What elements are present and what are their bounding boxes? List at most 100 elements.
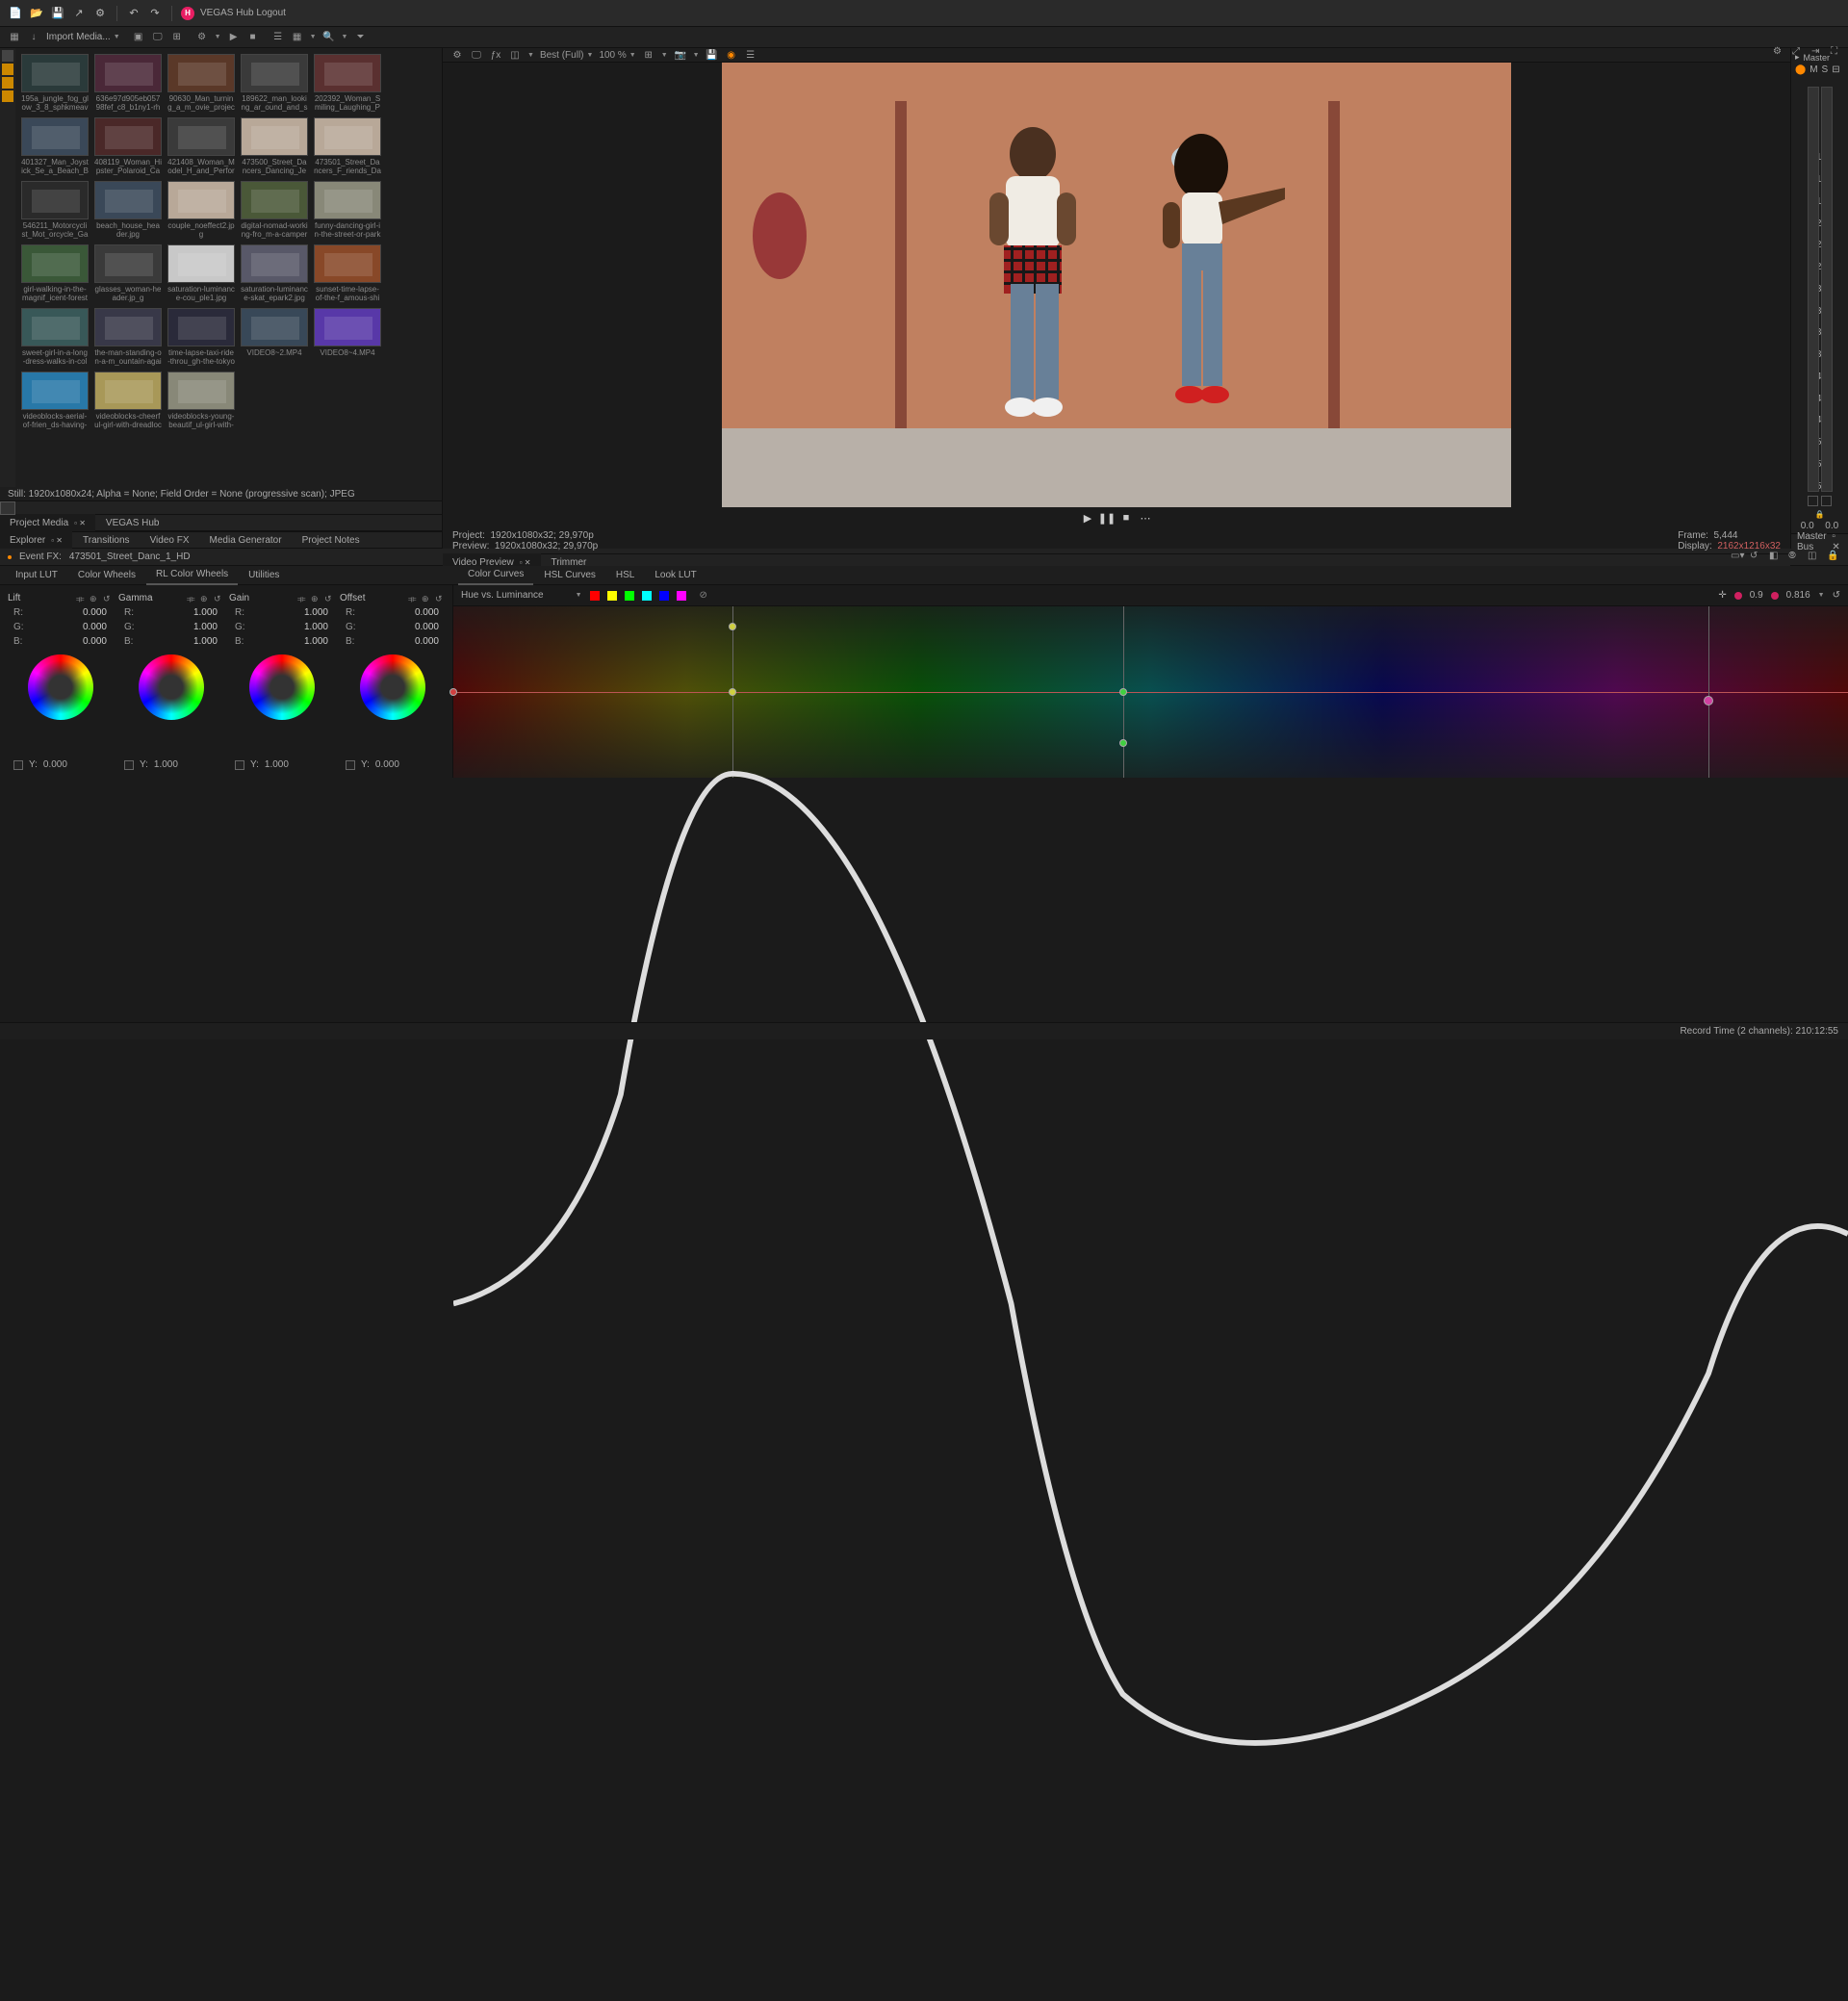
media-thumbnail[interactable]: girl-walking-in-the-magnif_icent-forest-… [21, 244, 89, 302]
reset-icon[interactable]: ↺ [435, 594, 445, 603]
reset-icon[interactable]: ↺ [103, 594, 113, 603]
bin-folder1-icon[interactable] [2, 64, 13, 75]
preset-icon[interactable]: ▭▾ [1731, 551, 1744, 564]
slider-icon[interactable]: ⟚ [76, 594, 86, 603]
play-icon[interactable]: ▶ [227, 31, 241, 44]
media-thumbnail[interactable]: videoblocks-cheerful-girl-with-dreadlock… [94, 372, 162, 429]
tab-utilities[interactable]: Utilities [239, 566, 289, 585]
camera-icon[interactable]: 📷 [674, 48, 687, 62]
vegas-hub-badge[interactable]: H [181, 7, 194, 20]
media-thumbnail[interactable]: 473501_Street_Dancers_F_riends_Dancing_M… [314, 117, 381, 175]
media-thumbnail[interactable]: 421408_Woman_Model_H_and_Performance_Sit… [167, 117, 235, 175]
tab-input-lut[interactable]: Input LUT [6, 566, 67, 585]
play-icon[interactable]: ▶ [1081, 511, 1094, 525]
reset-icon[interactable]: ↺ [214, 594, 223, 603]
reset-icon[interactable]: ↺ [1750, 551, 1763, 564]
media-thumbnail[interactable]: digital-nomad-working-fro_m-a-camper-van… [241, 181, 308, 239]
tab-rl-color-wheels[interactable]: RL Color Wheels [146, 566, 238, 585]
new-icon[interactable]: 📄 [8, 6, 23, 21]
color-wheel[interactable] [249, 654, 315, 720]
more-icon[interactable]: ⋯ [1139, 511, 1152, 525]
close-icon[interactable]: ▫ ✕ [74, 519, 86, 527]
video-viewport[interactable] [443, 63, 1790, 507]
media-thumbnail[interactable]: 473500_Street_Dancers_Dancing_Jeans_Legs… [241, 117, 308, 175]
media-thumbnail[interactable]: glasses_woman-header.jp_g [94, 244, 162, 302]
maximize-icon[interactable]: ⛶ [1831, 46, 1844, 60]
reset-icon[interactable]: ↺ [324, 594, 334, 603]
bin-folder2-icon[interactable] [2, 77, 13, 89]
import-icon[interactable]: ↓ [27, 31, 40, 44]
redo-icon[interactable]: ↷ [147, 6, 163, 21]
luma-toggle[interactable] [346, 760, 355, 770]
target-icon[interactable]: ⊕ [200, 594, 210, 603]
open-icon[interactable]: 📂 [29, 6, 44, 21]
compare-icon[interactable]: ◧ [1769, 551, 1783, 564]
save-icon[interactable]: 💾 [50, 6, 65, 21]
stop-icon[interactable]: ■ [246, 31, 260, 44]
luma-toggle[interactable] [13, 760, 23, 770]
swatch-yellow[interactable] [607, 591, 617, 601]
target-icon[interactable]: ⊕ [311, 594, 321, 603]
slider-icon[interactable]: ⟚ [187, 594, 196, 603]
tab-project-notes[interactable]: Project Notes [293, 531, 370, 549]
grid-icon[interactable]: ⊞ [642, 48, 655, 62]
tab-vegas-hub[interactable]: VEGAS Hub [96, 514, 169, 531]
meter-gauge-icon[interactable] [1821, 496, 1832, 506]
zoom-dropdown[interactable]: 100 %▼ [599, 50, 635, 61]
save-snap-icon[interactable]: 💾 [706, 48, 719, 62]
media-thumbnail[interactable]: funny-dancing-girl-in-the-street-or-park… [314, 181, 381, 239]
curve-point[interactable] [1119, 688, 1127, 696]
curve-point[interactable] [449, 688, 457, 696]
tab-hsl-curves[interactable]: HSL Curves [534, 566, 605, 585]
media-scrollbar[interactable] [0, 500, 442, 514]
vegas-hub-text[interactable]: VEGAS Hub Logout [200, 8, 286, 18]
color-wheel[interactable] [139, 654, 204, 720]
media-thumbnail[interactable]: couple_noeffect2.jpg [167, 181, 235, 239]
media-thumbnail[interactable]: 189622_man_looking_ar_ound_and_smiling_B… [241, 54, 308, 112]
media-thumbnail[interactable]: 636e97d905eb05798fef_c8_b1ny1-rhsi_2160_… [94, 54, 162, 112]
expand-icon[interactable]: ⤢ [1792, 46, 1806, 60]
media-thumbnail[interactable]: the-man-standing-on-a-m_ountain-against-… [94, 308, 162, 366]
media-thumbnail[interactable]: 401327_Man_Joystick_Se_a_Beach_By_John_R… [21, 117, 89, 175]
delete-points-icon[interactable]: ⊘ [700, 590, 707, 601]
media-thumbnail[interactable]: time-lapse-taxi-ride-throu_gh-the-tokyo-… [167, 308, 235, 366]
tab-project-media[interactable]: Project Media▫ ✕ [0, 514, 95, 531]
share-icon[interactable]: ↗ [71, 6, 87, 21]
media-thumbnail[interactable]: 202392_Woman_Smiling_Laughing_Projector_… [314, 54, 381, 112]
tab-video-fx[interactable]: Video FX [141, 531, 199, 549]
record-icon[interactable]: ◉ [725, 48, 738, 62]
swatch-red[interactable] [590, 591, 600, 601]
media-thumbnail[interactable]: saturation-luminance-cou_ple1.jpg [167, 244, 235, 302]
media-thumbnail[interactable]: beach_house_header.jpg [94, 181, 162, 239]
media-thumbnail[interactable]: videoblocks-young-beautif_ul-girl-with-a… [167, 372, 235, 429]
swatch-blue[interactable] [659, 591, 669, 601]
tab-media-generator[interactable]: Media Generator [200, 531, 292, 549]
tab-transitions[interactable]: Transitions [73, 531, 140, 549]
media-grid[interactable]: 195a_jungle_fog_glow_3_8_sphkmeavk_2160_… [15, 48, 442, 487]
target-icon[interactable]: ⊕ [90, 594, 99, 603]
curves-editor[interactable] [453, 606, 1848, 778]
swatch-cyan[interactable] [642, 591, 652, 601]
tab-explorer[interactable]: Explorer▫ ✕ [0, 531, 72, 549]
color-wheel[interactable] [360, 654, 425, 720]
swatch-green[interactable] [625, 591, 634, 601]
fx-icon[interactable]: ƒx [489, 48, 502, 62]
pause-icon[interactable]: ❚❚ [1100, 511, 1114, 525]
undo-icon[interactable]: ↶ [126, 6, 141, 21]
media-thumbnail[interactable]: 408119_Woman_Hipster_Polaroid_Camera_By_… [94, 117, 162, 175]
monitor-icon[interactable]: 🖵 [470, 48, 483, 62]
media-thumbnail[interactable]: saturation-luminance-skat_epark2.jpg [241, 244, 308, 302]
screen2-icon[interactable]: ⊞ [170, 31, 184, 44]
media-thumbnail[interactable]: VIDEO8~4.MP4 [314, 308, 381, 366]
split-icon[interactable]: ◫ [508, 48, 522, 62]
settings-icon[interactable]: ⚙ [450, 48, 464, 62]
bin-all-icon[interactable] [2, 50, 13, 62]
eyedropper-icon[interactable]: ✛ [1718, 590, 1726, 601]
search-icon[interactable]: 🔍 [322, 31, 336, 44]
grid-icon[interactable]: ▦ [291, 31, 304, 44]
curve-x-value[interactable]: 0.9 [1750, 590, 1763, 601]
media-thumbnail[interactable]: 195a_jungle_fog_glow_3_8_sphkmeavk_2160_… [21, 54, 89, 112]
curve-point[interactable] [729, 688, 736, 696]
reset-curve-icon[interactable]: ↺ [1833, 590, 1840, 601]
tab-look-lut[interactable]: Look LUT [645, 566, 706, 585]
